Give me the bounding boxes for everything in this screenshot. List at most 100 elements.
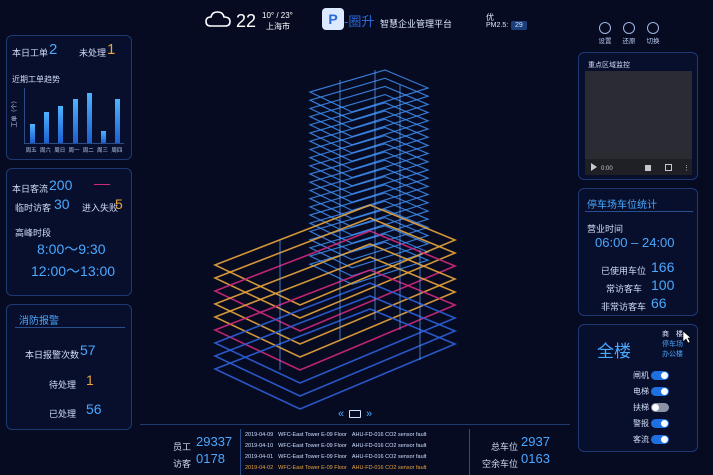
trend-tick-label: 周六: [39, 148, 51, 154]
alarm-count-value: 57: [80, 342, 96, 358]
alarm-done-value: 56: [86, 401, 102, 417]
irregular-cars-label: 非常访客车: [601, 302, 647, 312]
building-3d-model[interactable]: [170, 40, 570, 425]
podium-floor-outline: [212, 282, 458, 384]
parking-title: 停车场车位统计: [587, 200, 657, 211]
nav-commercial[interactable]: 商 楼: [662, 329, 683, 339]
ticket-row[interactable]: 2019-04-10 WFC-East Tower E-09 Floor AHU-F…: [245, 443, 431, 449]
nav-office[interactable]: 办公楼: [662, 349, 683, 359]
title-underline: [585, 211, 693, 212]
toggle-escalator[interactable]: [651, 403, 669, 412]
ticket-location: WFC-East Tower E-09 Floor: [278, 432, 347, 438]
ticket-list: 2019-04-09 WFC-East Tower E-09 Floor AHU-F…: [240, 429, 470, 475]
trend-tick-label: 周一: [68, 148, 80, 154]
toggle-alarm-label: 警报: [633, 419, 649, 428]
toggle-gate[interactable]: [651, 371, 669, 380]
peak-label: 高峰时段: [15, 228, 52, 238]
alarm-done-label: 已处理: [49, 409, 77, 419]
toggle-elevator-label: 电梯: [633, 387, 649, 396]
ticket-row[interactable]: 2019-04-01 WFC-East Tower E-09 Floor AHU-F…: [245, 454, 431, 460]
trend-bar: [43, 111, 49, 143]
video-time: 0:00: [601, 166, 613, 172]
flow-indicator-icon: [94, 184, 110, 188]
regular-cars-value: 100: [651, 277, 675, 293]
toggle-escalator-label: 扶梯: [633, 403, 649, 412]
today-flow-label: 本日客流: [12, 184, 49, 194]
used-spaces-label: 已使用车位: [601, 266, 647, 276]
restore-icon: [623, 22, 635, 34]
ticket-date: 2019-04-09: [245, 432, 274, 438]
toggle-elevator[interactable]: [651, 387, 669, 396]
pending-orders-value: 1: [107, 41, 116, 58]
hours-value: 06:00 – 24:00: [595, 235, 675, 250]
restore-label: 还原: [622, 38, 636, 45]
building-control-panel: 全楼 商 楼 停车场 办公楼 闸机 电梯 扶梯 警报 客流: [578, 324, 698, 452]
irregular-cars-value: 66: [651, 295, 667, 311]
visitor-panel: 本日客流 200 临时访客 30 进入失败 5 高峰时段 8:00～9:30 1…: [6, 168, 132, 296]
ticket-location: WFC-East Tower E-09 Floor: [278, 443, 347, 449]
ticket-message: AHU-FD-016 CO2 sensor fault: [351, 465, 427, 471]
play-icon[interactable]: [591, 163, 597, 171]
staff-value: 29337: [196, 434, 233, 449]
toggle-gate-label: 闸机: [633, 371, 649, 380]
temp-visitor-label: 临时访客: [15, 203, 52, 213]
used-spaces-value: 166: [651, 259, 675, 275]
platform-title: 智慧企业管理平台: [380, 19, 453, 29]
bottom-bar: 员工 29337 访客 0178 2019-04-09 WFC-East Towe…: [140, 424, 570, 475]
ticket-message: AHU-FD-016 CO2 sensor fault: [351, 443, 427, 449]
toggle-traffic[interactable]: [651, 435, 669, 444]
title-underline: [15, 327, 125, 328]
trend-tick-label: 周三: [97, 148, 109, 154]
ticket-message: AHU-FD-016 CO2 sensor fault: [351, 432, 427, 438]
staff-label: 员工: [173, 442, 192, 452]
trend-bar: [72, 99, 78, 143]
today-flow-value: 200: [49, 177, 73, 193]
prev-arrow-icon[interactable]: «: [338, 408, 344, 420]
switch-button[interactable]: 切换: [642, 22, 664, 45]
fire-alarm-title: 消防报警: [19, 316, 59, 327]
restore-button[interactable]: 还原: [618, 22, 640, 45]
gear-icon: [599, 22, 611, 34]
nav-parking[interactable]: 停车场: [662, 339, 683, 349]
monitor-icon[interactable]: [349, 410, 361, 418]
trend-bar: [115, 99, 121, 143]
fullscreen-icon[interactable]: [665, 164, 672, 171]
toggle-traffic-label: 客流: [633, 435, 649, 444]
city: 上海市: [266, 22, 290, 31]
ticket-message: AHU-FD-016 CO2 sensor fault: [351, 454, 427, 460]
alarm-pending-label: 待处理: [49, 380, 77, 390]
camera-video[interactable]: 0:00 ⋮: [585, 71, 692, 175]
trend-tick-label: 周五: [25, 148, 37, 154]
fire-alarm-panel: 消防报警 本日报警次数 57 待处理 1 已处理 56: [6, 304, 132, 430]
free-parking-label: 空余车位: [482, 459, 519, 469]
entry-fail-value: 5: [115, 196, 123, 212]
today-orders-value: 2: [49, 41, 58, 58]
top-bar: 22 10° / 23° 上海市 P -圈升 智慧企业管理平台 优 PM2.5:…: [0, 0, 713, 45]
trend-title: 近期工单趋势: [12, 75, 60, 84]
regular-cars-label: 常访客车: [606, 284, 643, 294]
logo: P: [322, 8, 344, 30]
trend-tick-label: 周四: [111, 148, 123, 154]
entry-fail-label: 进入失败: [82, 203, 119, 213]
ticket-date: 2019-04-01: [245, 454, 274, 460]
ticket-row[interactable]: 2019-04-09 WFC-East Tower E-09 Floor AHU-F…: [245, 432, 431, 438]
building-title: 全楼: [597, 342, 631, 361]
ticket-date: 2019-04-02: [245, 465, 274, 471]
trend-bar: [86, 93, 92, 143]
visitor-label: 访客: [173, 459, 192, 469]
switch-icon: [647, 22, 659, 34]
mouse-cursor-icon: [682, 330, 692, 344]
more-icon[interactable]: ⋮: [683, 164, 690, 172]
volume-icon[interactable]: [645, 165, 651, 171]
ticket-date: 2019-04-10: [245, 443, 274, 449]
next-arrow-icon[interactable]: »: [366, 408, 372, 420]
alarm-pending-value: 1: [86, 372, 94, 388]
trend-chart: [24, 88, 124, 144]
ticket-row[interactable]: 2019-04-02 WFC-East Tower E-09 Floor AHU-F…: [245, 465, 431, 471]
settings-button[interactable]: 设置: [594, 22, 616, 45]
trend-ylabel: 工单（个）: [12, 97, 19, 128]
parking-panel: 停车场车位统计 营业时间 06:00 – 24:00 已使用车位 166 常访客…: [578, 188, 698, 316]
toggle-alarm[interactable]: [651, 419, 669, 428]
camera-title: 重点区域监控: [588, 62, 630, 69]
ticket-location: WFC-East Tower E-09 Floor: [278, 454, 347, 460]
